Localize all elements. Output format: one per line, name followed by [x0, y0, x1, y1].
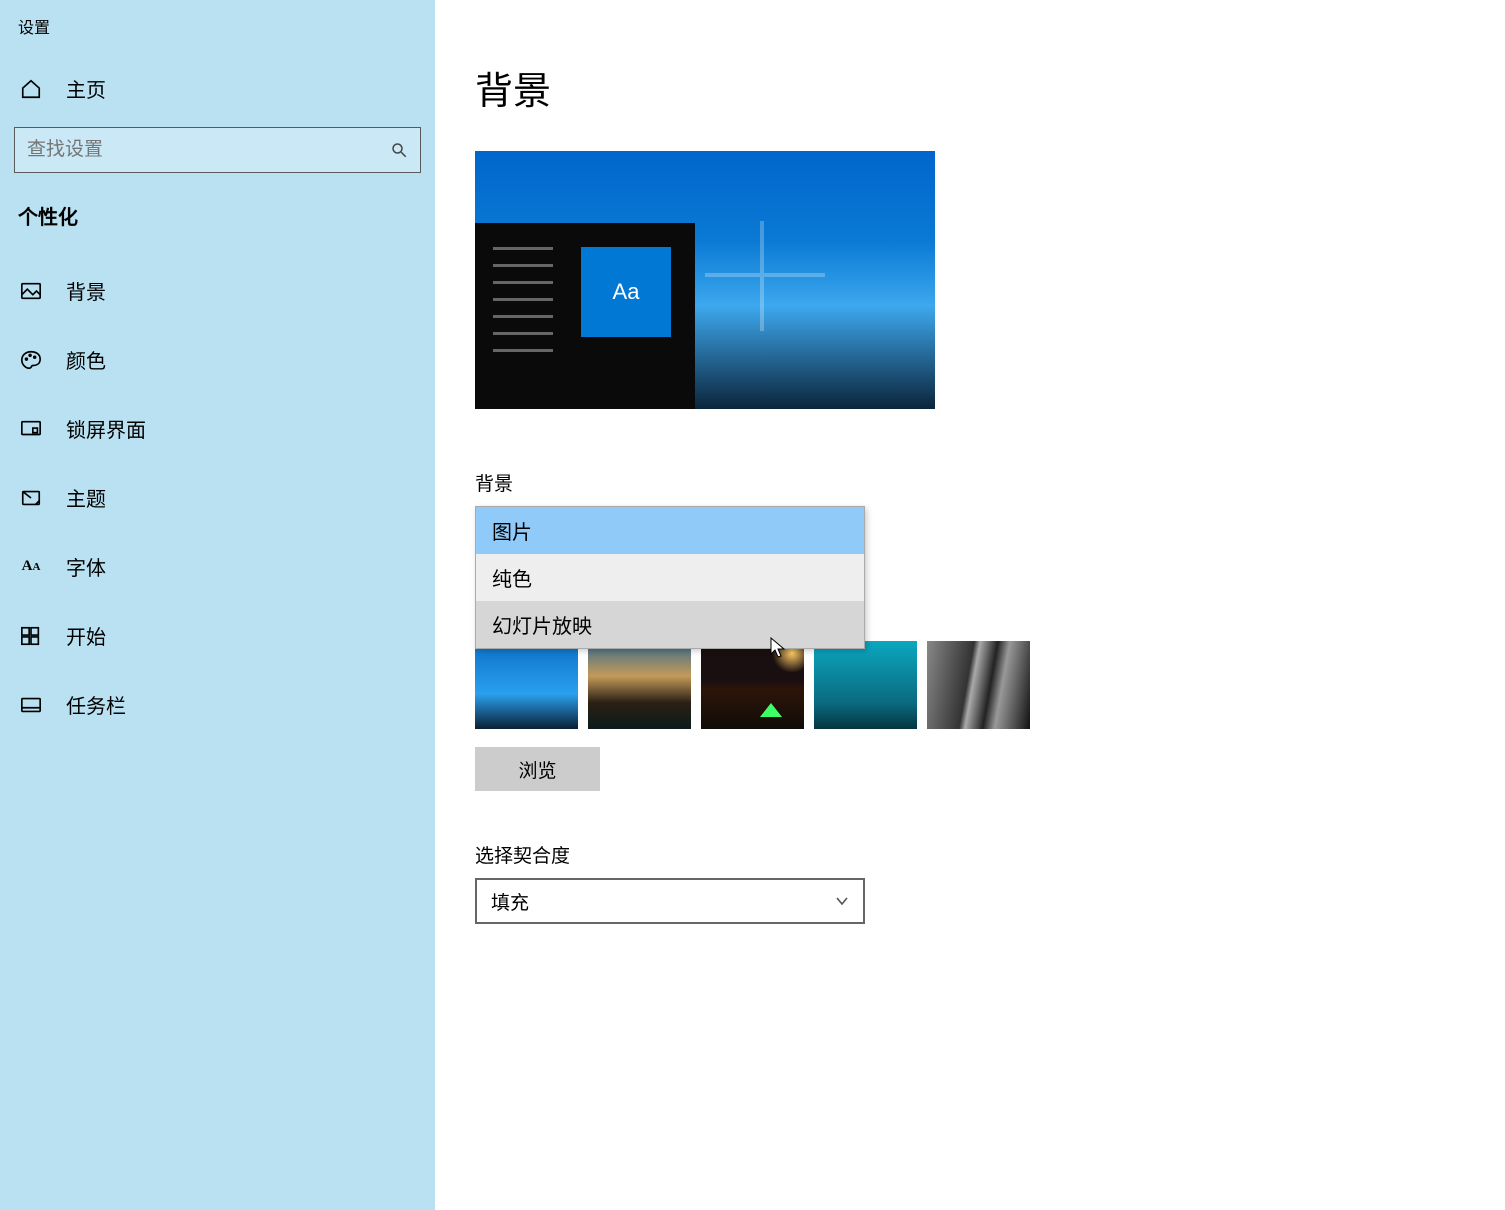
- sidebar-item-themes[interactable]: 主题: [0, 463, 435, 532]
- home-label: 主页: [66, 74, 106, 103]
- search-box[interactable]: [14, 127, 421, 173]
- fonts-icon: AA: [20, 556, 42, 578]
- sidebar-item-start[interactable]: 开始: [0, 601, 435, 670]
- dropdown-option-slideshow[interactable]: 幻灯片放映: [476, 601, 864, 648]
- fit-value: 填充: [491, 888, 529, 915]
- themes-icon: [20, 487, 42, 509]
- image-icon: [20, 280, 42, 302]
- section-title: 个性化: [0, 201, 435, 250]
- sidebar-item-fonts[interactable]: AA 字体: [0, 532, 435, 601]
- thumbnail-2[interactable]: [588, 641, 691, 729]
- sidebar-item-label: 任务栏: [66, 690, 126, 719]
- dropdown-option-solid[interactable]: 纯色: [476, 554, 864, 601]
- start-icon: [20, 625, 42, 647]
- taskbar-icon: [20, 694, 42, 716]
- lockscreen-icon: [20, 418, 42, 440]
- dropdown-option-image[interactable]: 图片: [476, 507, 864, 554]
- sidebar-item-label: 锁屏界面: [66, 414, 146, 443]
- app-title: 设置: [0, 10, 435, 58]
- search-icon: [390, 141, 408, 159]
- background-type-dropdown[interactable]: 图片 纯色 幻灯片放映: [475, 506, 865, 649]
- thumbnail-4[interactable]: [814, 641, 917, 729]
- page-title: 背景: [475, 60, 1465, 115]
- sidebar-item-background[interactable]: 背景: [0, 256, 435, 325]
- sidebar: 设置 主页 个性化 背景 颜色 锁屏界面: [0, 0, 435, 1210]
- preview-tile: Aa: [581, 247, 671, 337]
- home-item[interactable]: 主页: [0, 58, 435, 119]
- chevron-down-icon: [835, 894, 849, 908]
- search-input[interactable]: [27, 139, 351, 161]
- thumbnail-3[interactable]: [701, 641, 804, 729]
- sidebar-item-label: 开始: [66, 621, 106, 650]
- sidebar-item-colors[interactable]: 颜色: [0, 325, 435, 394]
- preview-start-panel: Aa: [475, 223, 695, 409]
- nav-list: 背景 颜色 锁屏界面 主题 AA 字体 开始: [0, 256, 435, 739]
- sidebar-item-label: 主题: [66, 483, 106, 512]
- home-icon: [20, 78, 42, 100]
- windows-logo-icon: [705, 221, 825, 331]
- sidebar-item-label: 字体: [66, 552, 106, 581]
- sidebar-item-label: 颜色: [66, 345, 106, 374]
- palette-icon: [20, 349, 42, 371]
- thumbnail-5[interactable]: [927, 641, 1030, 729]
- background-thumbnails: [475, 641, 1465, 729]
- desktop-preview: Aa: [475, 151, 935, 409]
- sidebar-item-taskbar[interactable]: 任务栏: [0, 670, 435, 739]
- background-setting-label: 背景: [475, 469, 1465, 496]
- fit-label: 选择契合度: [475, 841, 1465, 868]
- sidebar-item-label: 背景: [66, 276, 106, 305]
- thumbnail-1[interactable]: [475, 641, 578, 729]
- cursor-icon: [770, 637, 786, 659]
- browse-button[interactable]: 浏览: [475, 747, 600, 791]
- sidebar-item-lockscreen[interactable]: 锁屏界面: [0, 394, 435, 463]
- main-content: 背景 Aa 背景 图片 纯色 幻灯片放映 浏览 选择契合度 填充: [435, 0, 1505, 1210]
- fit-select[interactable]: 填充: [475, 878, 865, 924]
